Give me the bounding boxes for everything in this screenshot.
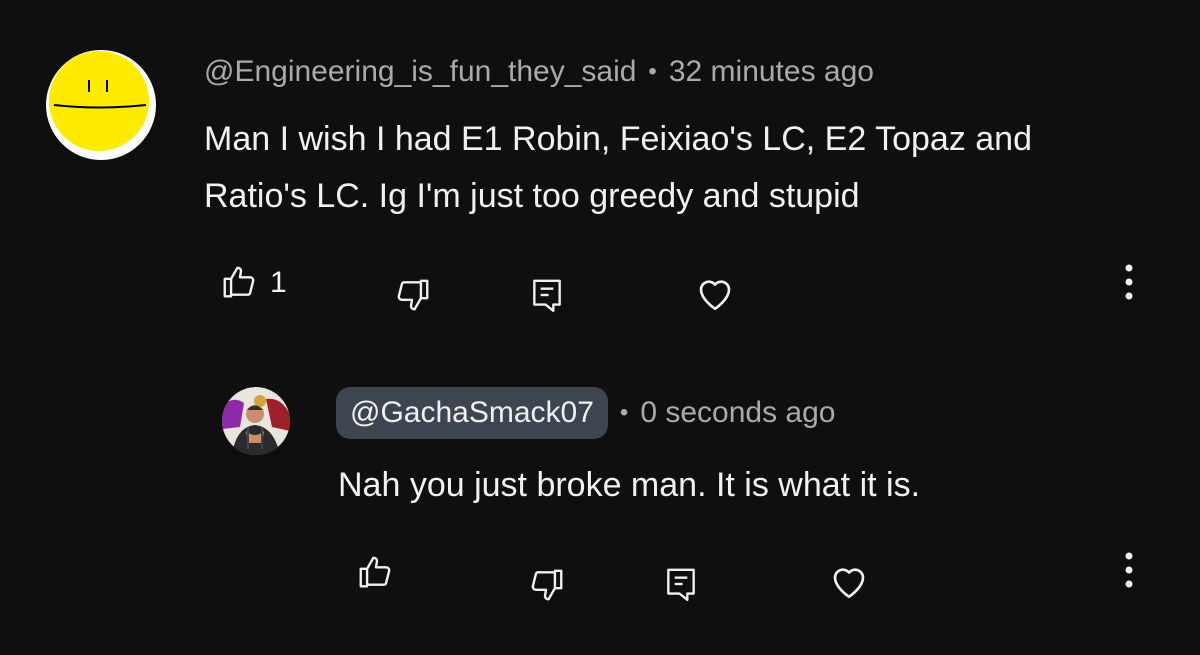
- separator-dot: •: [619, 399, 629, 426]
- timestamp[interactable]: 0 seconds ago: [640, 396, 835, 430]
- thumbs-up-icon[interactable]: [220, 263, 258, 301]
- avatar[interactable]: [222, 387, 290, 455]
- timestamp[interactable]: 32 minutes ago: [669, 55, 874, 89]
- thumbs-down-icon[interactable]: [394, 276, 432, 314]
- avatar[interactable]: [46, 50, 156, 160]
- reply-text: Nah you just broke man. It is what it is…: [338, 466, 921, 504]
- separator-dot: •: [648, 58, 657, 85]
- more-vert-icon[interactable]: [1114, 550, 1144, 590]
- thumbs-down-icon[interactable]: [528, 566, 566, 604]
- reply-icon[interactable]: [528, 276, 566, 314]
- reply-meta: @GachaSmack07 • 0 seconds ago: [336, 387, 835, 439]
- thumbs-up-icon[interactable]: [356, 553, 394, 591]
- comment-meta: @Engineering_is_fun_they_said • 32 minut…: [204, 50, 874, 94]
- heart-icon[interactable]: [694, 272, 736, 314]
- more-vert-icon[interactable]: [1114, 262, 1144, 302]
- author-handle[interactable]: @GachaSmack07: [336, 387, 608, 439]
- like-count: 1: [270, 266, 287, 299]
- comment-thread: @Engineering_is_fun_they_said • 32 minut…: [0, 0, 1200, 655]
- comment-text: Man I wish I had E1 Robin, Feixiao's LC,…: [204, 120, 1032, 215]
- reply-icon[interactable]: [662, 565, 700, 603]
- author-handle[interactable]: @Engineering_is_fun_they_said: [204, 55, 636, 89]
- heart-icon[interactable]: [828, 560, 870, 602]
